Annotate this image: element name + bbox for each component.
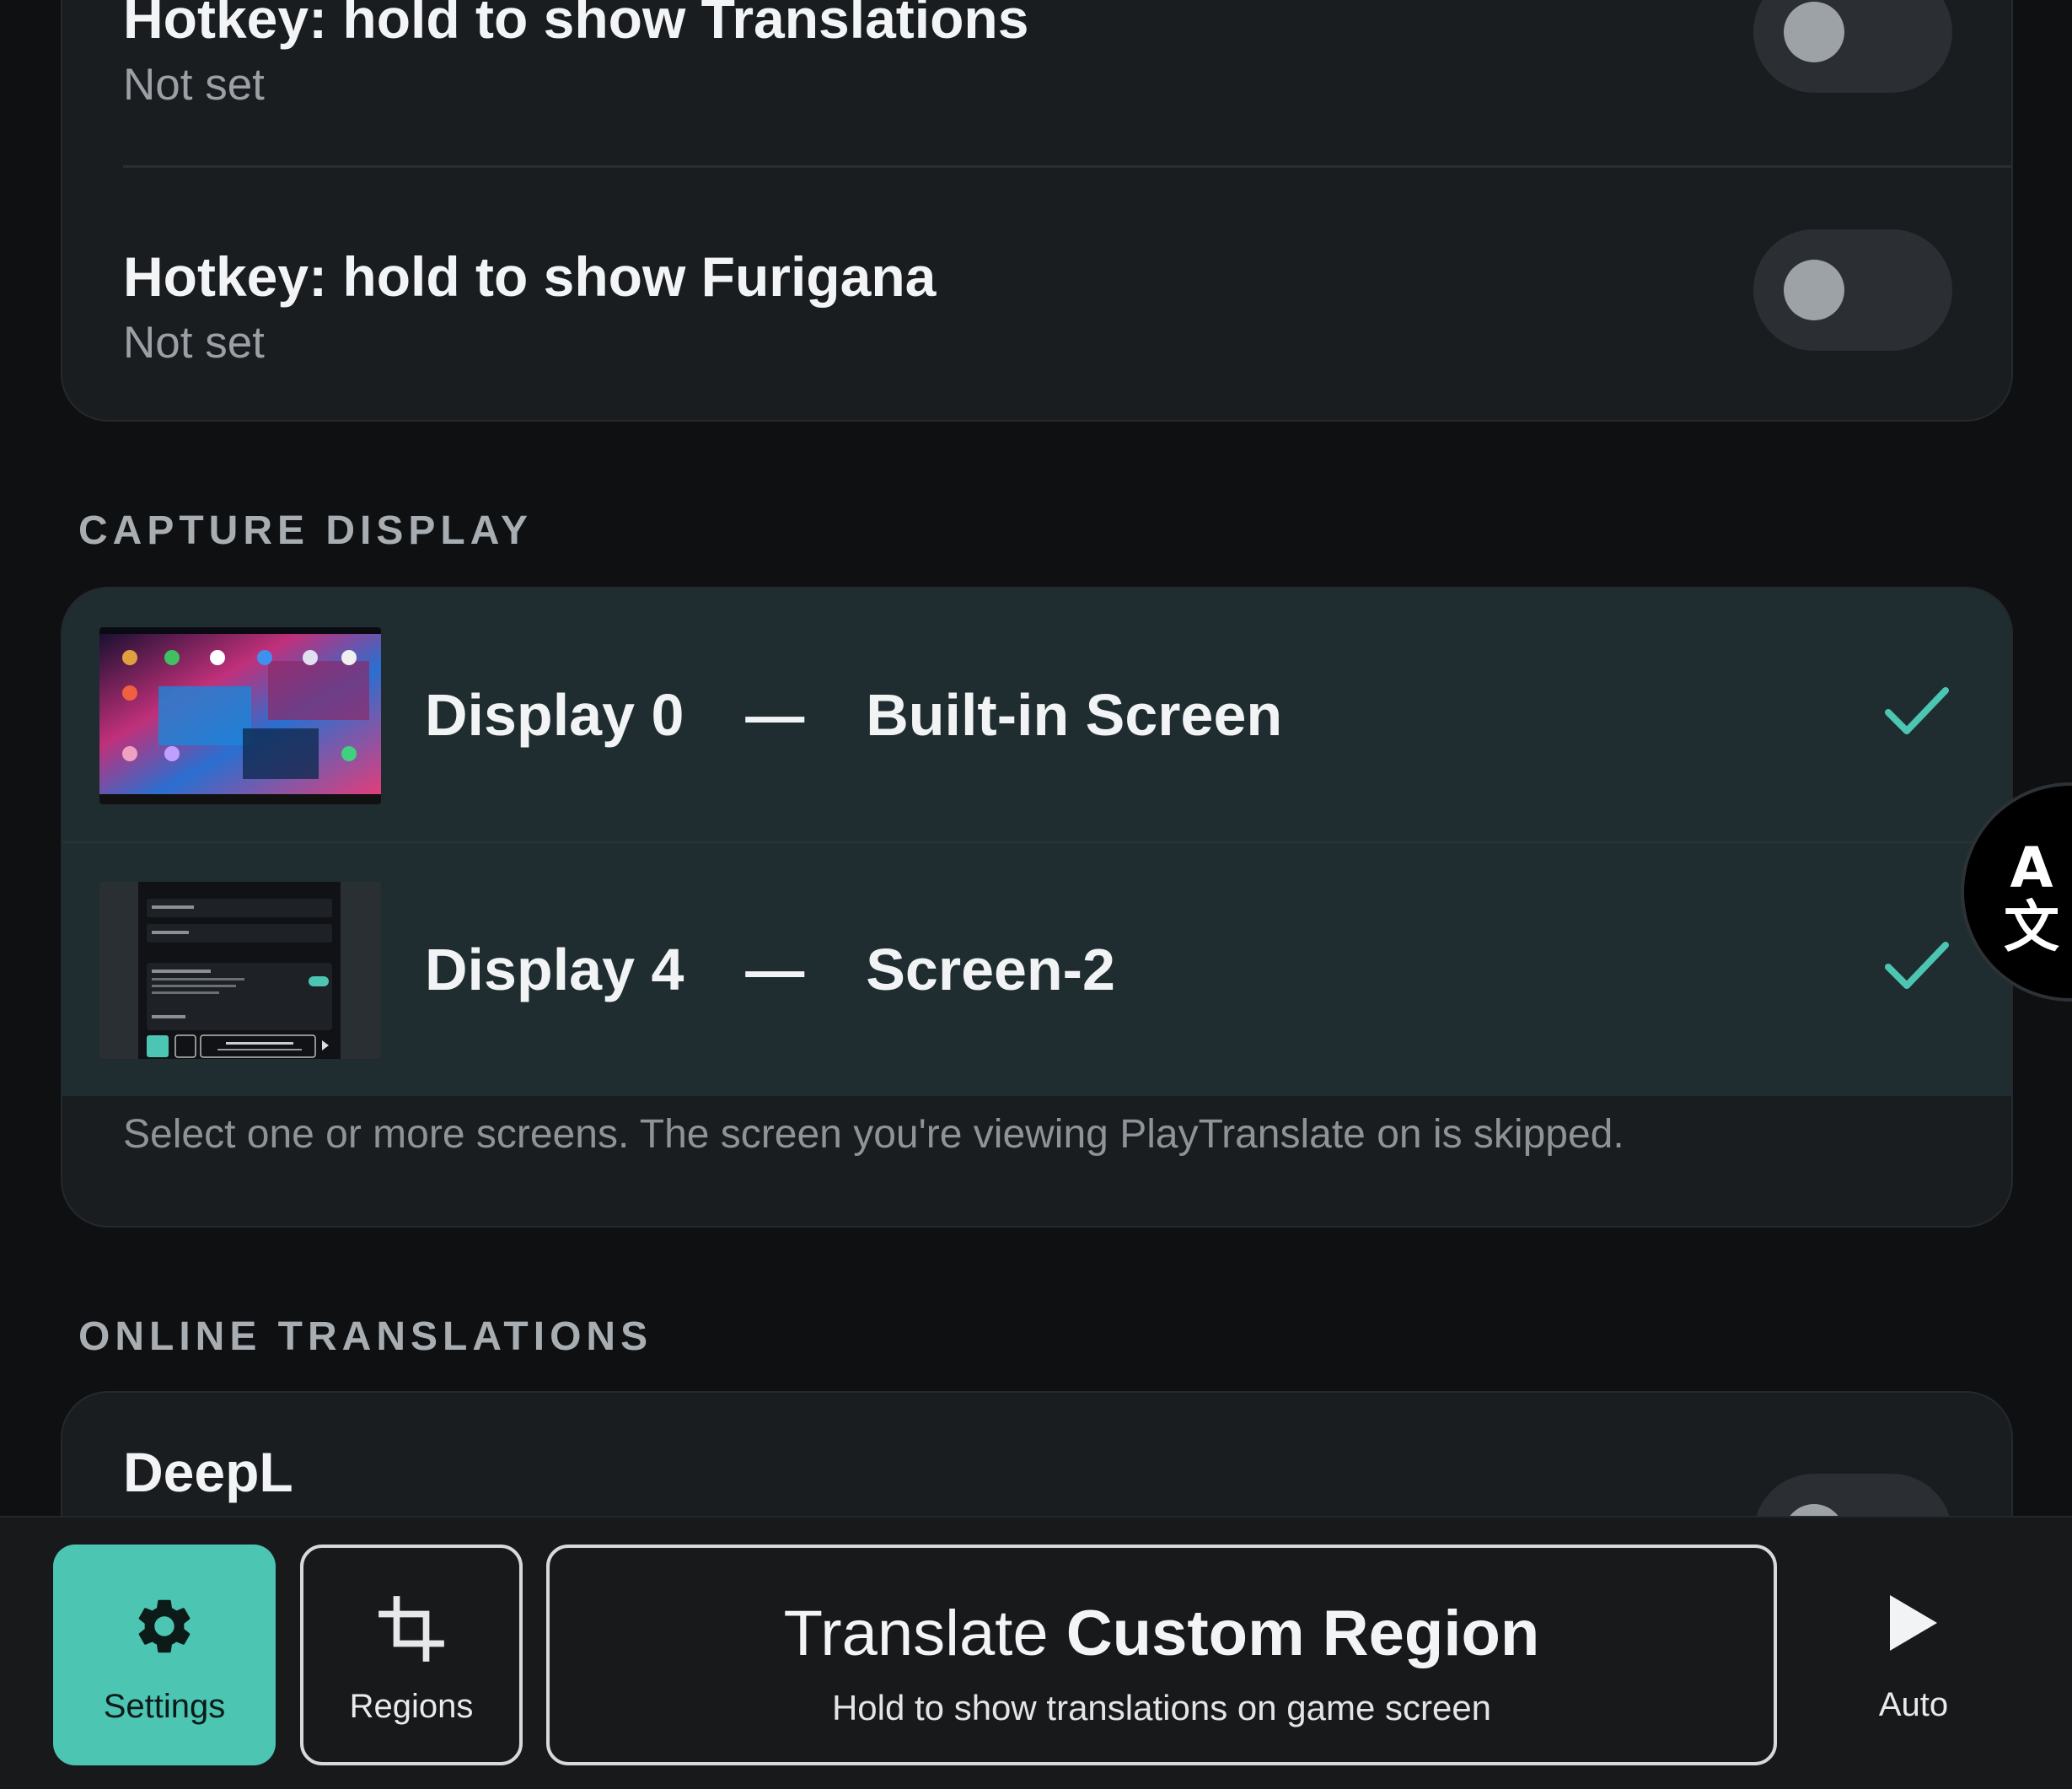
deepl-title: DeepL: [123, 1441, 293, 1503]
gear-icon: [138, 1599, 191, 1653]
settings-button[interactable]: Settings: [53, 1545, 276, 1765]
check-icon: [1885, 942, 1949, 989]
display-4-thumbnail: [99, 882, 381, 1059]
display-4-id: Display 4: [425, 937, 684, 1002]
regions-label: Regions: [349, 1688, 474, 1725]
hotkey-translations-value: Not set: [123, 60, 265, 110]
display-4-label: Display 4 — Screen-2: [425, 843, 1115, 1096]
hotkey-settings-card: Hotkey: hold to show Translations Not se…: [61, 0, 2013, 422]
display-0-label: Display 0 — Built-in Screen: [425, 588, 1282, 841]
check-icon: [1885, 687, 1949, 734]
translate-glyph-kanji: 文: [2004, 894, 2059, 954]
translate-custom-region-button[interactable]: Translate Custom Region Hold to show tra…: [546, 1545, 1777, 1765]
hotkey-translations-row[interactable]: Hotkey: hold to show Translations Not se…: [62, 0, 2011, 169]
auto-label: Auto: [1878, 1686, 1949, 1723]
hotkey-furigana-value: Not set: [123, 318, 265, 368]
crop-icon: [378, 1596, 444, 1662]
capture-display-hint: Select one or more screens. The screen y…: [123, 1112, 1624, 1157]
auto-button[interactable]: Auto: [1812, 1545, 2015, 1765]
settings-label: Settings: [103, 1688, 226, 1725]
hotkey-furigana-title: Hotkey: hold to show Furigana: [123, 245, 937, 308]
display-0-separator: —: [745, 682, 805, 748]
translate-title-emphasis: Custom Region: [1066, 1598, 1540, 1669]
hotkey-furigana-toggle[interactable]: [1753, 229, 1952, 351]
translate-icon: A 文: [2004, 836, 2059, 954]
capture-display-header: CAPTURE DISPLAY: [78, 508, 533, 553]
hotkey-translations-title: Hotkey: hold to show Translations: [123, 0, 1029, 50]
play-icon: [1890, 1595, 1937, 1651]
toggle-knob: [1784, 2, 1844, 62]
display-0-name: Built-in Screen: [866, 682, 1283, 748]
row-divider: [123, 165, 2011, 168]
translate-glyph-latin: A: [2010, 836, 2053, 900]
translate-button-subtitle: Hold to show translations on game screen: [831, 1688, 1492, 1727]
display-option-4[interactable]: Display 4 — Screen-2: [62, 843, 2011, 1096]
hotkey-furigana-row[interactable]: Hotkey: hold to show Furigana Not set: [62, 169, 2011, 420]
toggle-knob: [1784, 260, 1844, 320]
hotkey-translations-toggle[interactable]: [1753, 0, 1952, 93]
display-option-0[interactable]: Display 0 — Built-in Screen: [62, 588, 2011, 841]
display-0-id: Display 0: [425, 682, 684, 748]
translate-button-title: Translate Custom Region: [550, 1597, 1774, 1670]
display-4-name: Screen-2: [866, 937, 1115, 1002]
bottom-action-bar: Settings Regions Translate Custom Region…: [0, 1516, 2072, 1789]
translate-title-prefix: Translate: [783, 1598, 1049, 1669]
regions-button[interactable]: Regions: [300, 1545, 523, 1765]
display-0-thumbnail: [99, 627, 381, 804]
online-translations-header: ONLINE TRANSLATIONS: [78, 1314, 653, 1359]
capture-display-card: Display 0 — Built-in Screen Display 4 — …: [61, 587, 2013, 1228]
display-4-separator: —: [745, 937, 805, 1002]
app-root: Hotkey: hold to show Translations Not se…: [0, 0, 2072, 1789]
